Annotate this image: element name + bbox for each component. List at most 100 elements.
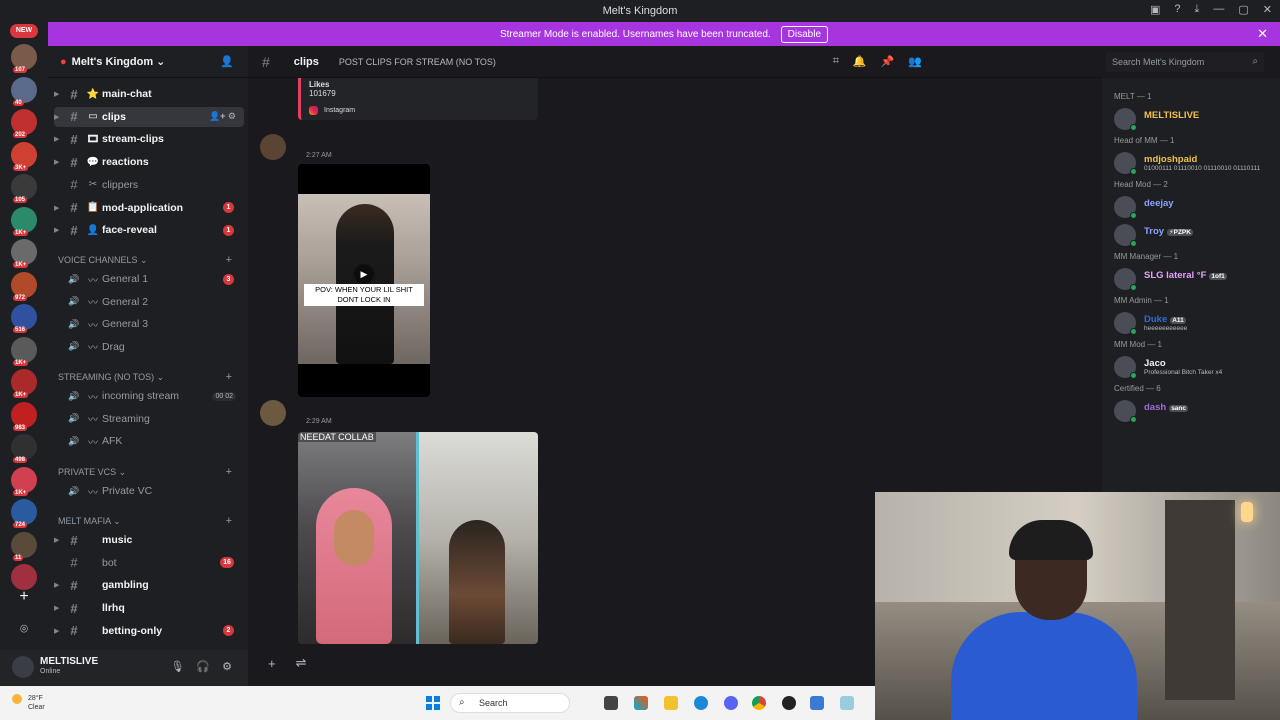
close-icon[interactable]: ✕ <box>1257 26 1268 42</box>
channel-afk[interactable]: 🔊 〰 AFK <box>54 431 244 451</box>
add-channel-icon[interactable]: + <box>226 515 232 527</box>
attach-plus-icon[interactable]: + <box>268 656 276 671</box>
channel-music[interactable]: ▶ # music <box>54 530 244 550</box>
weather-widget[interactable]: 28°F Clear <box>12 694 45 712</box>
search-icon: ⌕ <box>1252 56 1258 67</box>
server-icon[interactable]: 11 <box>11 531 37 561</box>
server-icon[interactable]: 516 <box>11 304 37 333</box>
download-icon[interactable]: ⤓ <box>1195 3 1200 16</box>
copilot-icon[interactable] <box>634 696 648 710</box>
server-icon[interactable]: 40 <box>11 76 37 106</box>
hashtag-icon: # <box>70 131 78 147</box>
microphone-icon[interactable]: 🎙 <box>170 660 184 673</box>
add-channel-icon[interactable]: + <box>226 466 232 478</box>
channel-face-reveal[interactable]: ▶ # 👤 face-reveal 1 <box>54 220 244 240</box>
avatar[interactable] <box>260 400 286 426</box>
channel-bot[interactable]: # bot 16 <box>54 553 244 573</box>
add-friend-icon[interactable]: 👤 <box>220 55 234 68</box>
server-icon[interactable]: 1K+ <box>11 336 37 366</box>
video-attachment[interactable]: ▶ POV: WHEN YOUR LIL SHIT DONT LOCK IN <box>298 164 430 397</box>
settings-gear-icon[interactable]: ⚙ <box>222 660 232 673</box>
app-icon[interactable] <box>810 696 824 710</box>
discord-icon[interactable] <box>724 696 738 710</box>
channel-llrhq[interactable]: ▶ # llrhq <box>54 598 244 618</box>
close-window-icon[interactable]: ✕ <box>1263 3 1272 16</box>
channel-private-vc[interactable]: 🔊 〰 Private VC <box>54 481 244 501</box>
member-item[interactable]: Duke A11 heeeeeeeeeee <box>1114 310 1278 336</box>
server-icon[interactable]: 3K+ <box>11 141 37 171</box>
private-category[interactable]: PRIVATE VCS ⌄ + <box>58 466 238 478</box>
discover-icon[interactable]: ⌾ <box>11 616 37 642</box>
member-item[interactable]: mdjoshpaid 01000111 01110010 01110010 011… <box>1114 150 1278 176</box>
add-channel-icon[interactable]: + <box>226 371 232 383</box>
member-item[interactable]: SLG lateral °F 1of1 <box>1114 266 1278 292</box>
channel-label: stream-clips <box>102 133 164 146</box>
avatar[interactable] <box>12 656 34 678</box>
server-icon[interactable]: 983 <box>11 401 37 431</box>
server-icon[interactable]: 1K+ <box>11 369 37 398</box>
channel-stream-clips[interactable]: ▶ # 🎞 stream-clips <box>54 129 244 149</box>
streaming-category[interactable]: STREAMING (NO TOS) ⌄ + <box>58 371 238 383</box>
server-icon[interactable]: 972 <box>11 271 37 301</box>
inbox-icon[interactable]: ▣ <box>1150 3 1160 16</box>
channel-mod-application[interactable]: ▶ # 📋 mod-application 1 <box>54 198 244 218</box>
server-icon[interactable]: 498 <box>11 434 37 463</box>
channel-drag[interactable]: 🔊 〰 Drag <box>54 337 244 357</box>
play-icon[interactable]: ▶ <box>354 264 374 284</box>
member-item[interactable]: Jaco Professional Bitch Taker x4 <box>1114 354 1278 380</box>
threads-icon[interactable]: ⌗ <box>833 55 839 68</box>
notification-bell-icon[interactable]: 🔔 <box>853 55 867 68</box>
edge-browser-icon[interactable] <box>694 696 708 710</box>
server-icon[interactable]: 1K+ <box>11 239 37 268</box>
channel-clips[interactable]: ▶ # ▭ clips 👤+ ⚙ <box>54 106 244 127</box>
server-icon[interactable]: 1K+ <box>11 466 37 496</box>
video-attachment[interactable]: NEEDAT COLLAB <box>298 432 538 644</box>
help-icon[interactable]: ? <box>1174 3 1180 16</box>
gift-icon[interactable]: ⇌ <box>296 655 307 671</box>
channel-betting-only[interactable]: ▶ # betting-only 2 <box>54 621 244 641</box>
channel-reactions[interactable]: ▶ # 💬 reactions <box>54 152 244 172</box>
channel-topic[interactable]: POST CLIPS FOR STREAM (NO TOS) <box>339 57 496 67</box>
channel-main-chat[interactable]: ▶ # ⭐ main-chat <box>54 84 244 104</box>
channel-general-2[interactable]: 🔊 〰 General 2 <box>54 292 244 312</box>
taskbar-search-input[interactable]: ⌕ Search <box>450 693 570 713</box>
channel-gambling[interactable]: ▶ # gambling <box>54 575 244 595</box>
channel-settings-icon[interactable]: 👤+ ⚙ <box>209 111 236 122</box>
windows-start-icon[interactable] <box>426 696 440 710</box>
message-composer[interactable]: + ⇌ <box>262 648 862 678</box>
avatar[interactable] <box>260 134 286 160</box>
disable-streamer-mode-button[interactable]: Disable <box>780 25 829 43</box>
channel-general-1[interactable]: 🔊 〰 General 1 3 <box>54 269 244 289</box>
obs-icon[interactable] <box>782 696 796 710</box>
file-explorer-icon[interactable] <box>664 696 678 710</box>
server-header[interactable]: ● Melt's Kingdom ⌄ 👤 <box>48 46 248 78</box>
member-item[interactable]: deejay <box>1114 194 1278 220</box>
voice-category[interactable]: VOICE CHANNELS ⌄ + <box>58 254 238 266</box>
member-list-icon[interactable]: 👥 <box>908 55 922 68</box>
add-channel-icon[interactable]: + <box>226 254 232 266</box>
maximize-icon[interactable]: ▢ <box>1238 3 1248 16</box>
task-view-icon[interactable] <box>604 696 618 710</box>
channel-streaming[interactable]: 🔊 〰 Streaming <box>54 409 244 429</box>
instagram-embed[interactable]: Likes 101679 Instagram <box>298 78 538 120</box>
pin-icon[interactable]: 📌 <box>881 55 895 68</box>
member-item[interactable]: dash sanc <box>1114 398 1278 424</box>
chrome-icon[interactable] <box>752 696 766 710</box>
channel-emoji-icon: 👤 <box>86 224 100 236</box>
minimize-icon[interactable]: — <box>1213 3 1224 16</box>
add-server-icon[interactable]: + <box>11 584 37 610</box>
channel-general-3[interactable]: 🔊 〰 General 3 <box>54 314 244 334</box>
server-icon[interactable]: 724 <box>11 499 37 528</box>
app-icon[interactable] <box>840 696 854 710</box>
search-input[interactable]: Search Melt's Kingdom ⌕ <box>1106 52 1264 72</box>
headphones-icon[interactable]: 🎧 <box>196 660 210 673</box>
server-icon[interactable]: 105 <box>11 174 37 203</box>
channel-incoming-stream[interactable]: 🔊 〰 incoming stream 00 02 <box>54 386 244 406</box>
channel-clippers[interactable]: # ✂ clippers <box>54 175 244 195</box>
member-item[interactable]: MELTISLIVE <box>1114 106 1278 132</box>
server-icon[interactable]: 202 <box>11 109 37 138</box>
server-icon[interactable]: 1K+ <box>11 206 37 236</box>
mafia-category[interactable]: MELT MAFIA ⌄ + <box>58 515 238 527</box>
member-item[interactable]: Troy ⚡PZPK <box>1114 222 1278 248</box>
server-icon[interactable]: 107 <box>11 44 37 73</box>
